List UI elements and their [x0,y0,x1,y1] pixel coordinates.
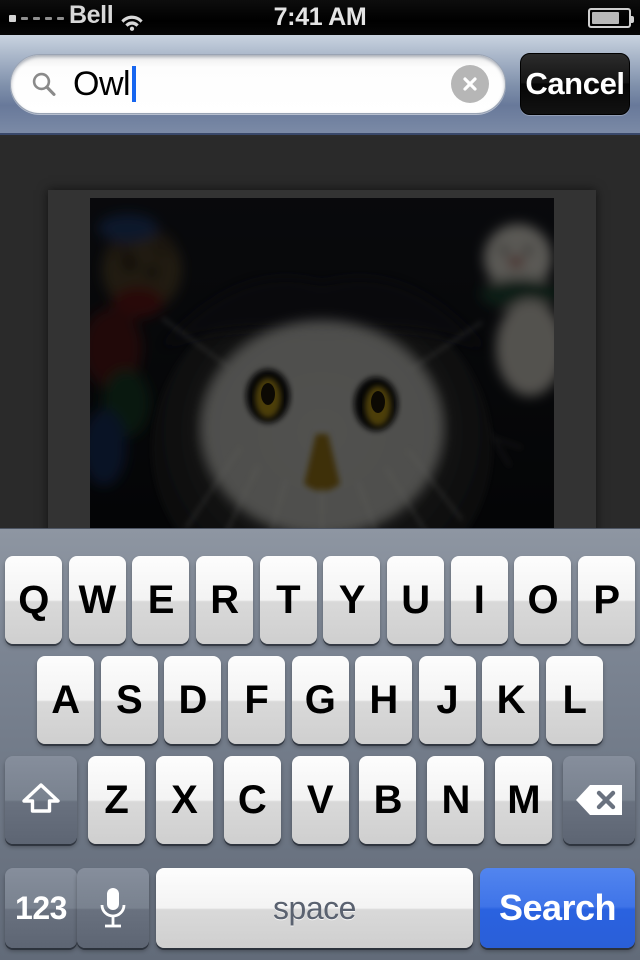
search-return-key[interactable]: Search [480,868,635,948]
key-k[interactable]: K [482,656,540,744]
status-bar-center: 7:41 AM [0,0,640,35]
key-w[interactable]: W [68,556,126,644]
key-f[interactable]: F [227,656,285,744]
search-bar: Owl Cancel [0,35,640,135]
status-bar-right [588,0,634,35]
shift-key[interactable] [5,756,77,844]
key-d[interactable]: D [164,656,222,744]
key-s[interactable]: S [100,656,158,744]
key-y[interactable]: Y [323,556,381,644]
keyboard-row-2: A S D F G H J K L [0,656,640,744]
key-p[interactable]: P [577,556,635,644]
content-area [0,137,640,528]
key-i[interactable]: I [450,556,508,644]
status-bar: Bell 7:41 AM [0,0,640,35]
key-v[interactable]: V [291,756,349,844]
iphone-screen: Bell 7:41 AM Owl Cancel Q W E R T Y U I … [0,0,640,960]
key-e[interactable]: E [132,556,190,644]
keyboard-row-1: Q W E R T Y U I O P [0,556,640,644]
key-z[interactable]: Z [87,756,145,844]
photo-frame [48,190,596,528]
backspace-key[interactable] [563,756,635,844]
key-t[interactable]: T [259,556,317,644]
search-text-wrapper: Owl [73,65,451,103]
shift-arrow-icon [22,783,60,813]
key-r[interactable]: R [195,556,253,644]
key-h[interactable]: H [355,656,413,744]
key-m[interactable]: M [495,756,553,844]
search-input-value: Owl [73,65,131,103]
key-a[interactable]: A [37,656,94,744]
text-cursor [132,66,137,102]
space-key[interactable]: space [156,868,473,948]
backspace-delete-icon [576,785,622,815]
key-c[interactable]: C [223,756,281,844]
microphone-icon [100,888,126,928]
key-j[interactable]: J [418,656,476,744]
photo-image [90,198,554,528]
key-o[interactable]: O [514,556,572,644]
search-icon [32,72,56,96]
dictation-key[interactable] [77,868,149,948]
numeric-mode-key[interactable]: 123 [5,868,77,948]
key-q[interactable]: Q [5,556,62,644]
keyboard-row-4: 123 space Search [0,868,640,948]
key-u[interactable]: U [386,556,444,644]
clear-search-button[interactable] [451,65,489,103]
search-input[interactable]: Owl [10,54,506,114]
close-icon [463,77,477,91]
keyboard-row-3: Z X C V B N M [0,756,640,844]
key-b[interactable]: B [359,756,417,844]
onscreen-keyboard: Q W E R T Y U I O P A S D F G H J K L Z … [0,528,640,960]
key-x[interactable]: X [155,756,213,844]
snowy-owl-photo[interactable] [90,198,554,528]
battery-icon [588,7,634,28]
cancel-button[interactable]: Cancel [520,53,630,115]
key-l[interactable]: L [546,656,603,744]
key-g[interactable]: G [291,656,349,744]
clock-label: 7:41 AM [273,3,367,31]
key-n[interactable]: N [427,756,485,844]
